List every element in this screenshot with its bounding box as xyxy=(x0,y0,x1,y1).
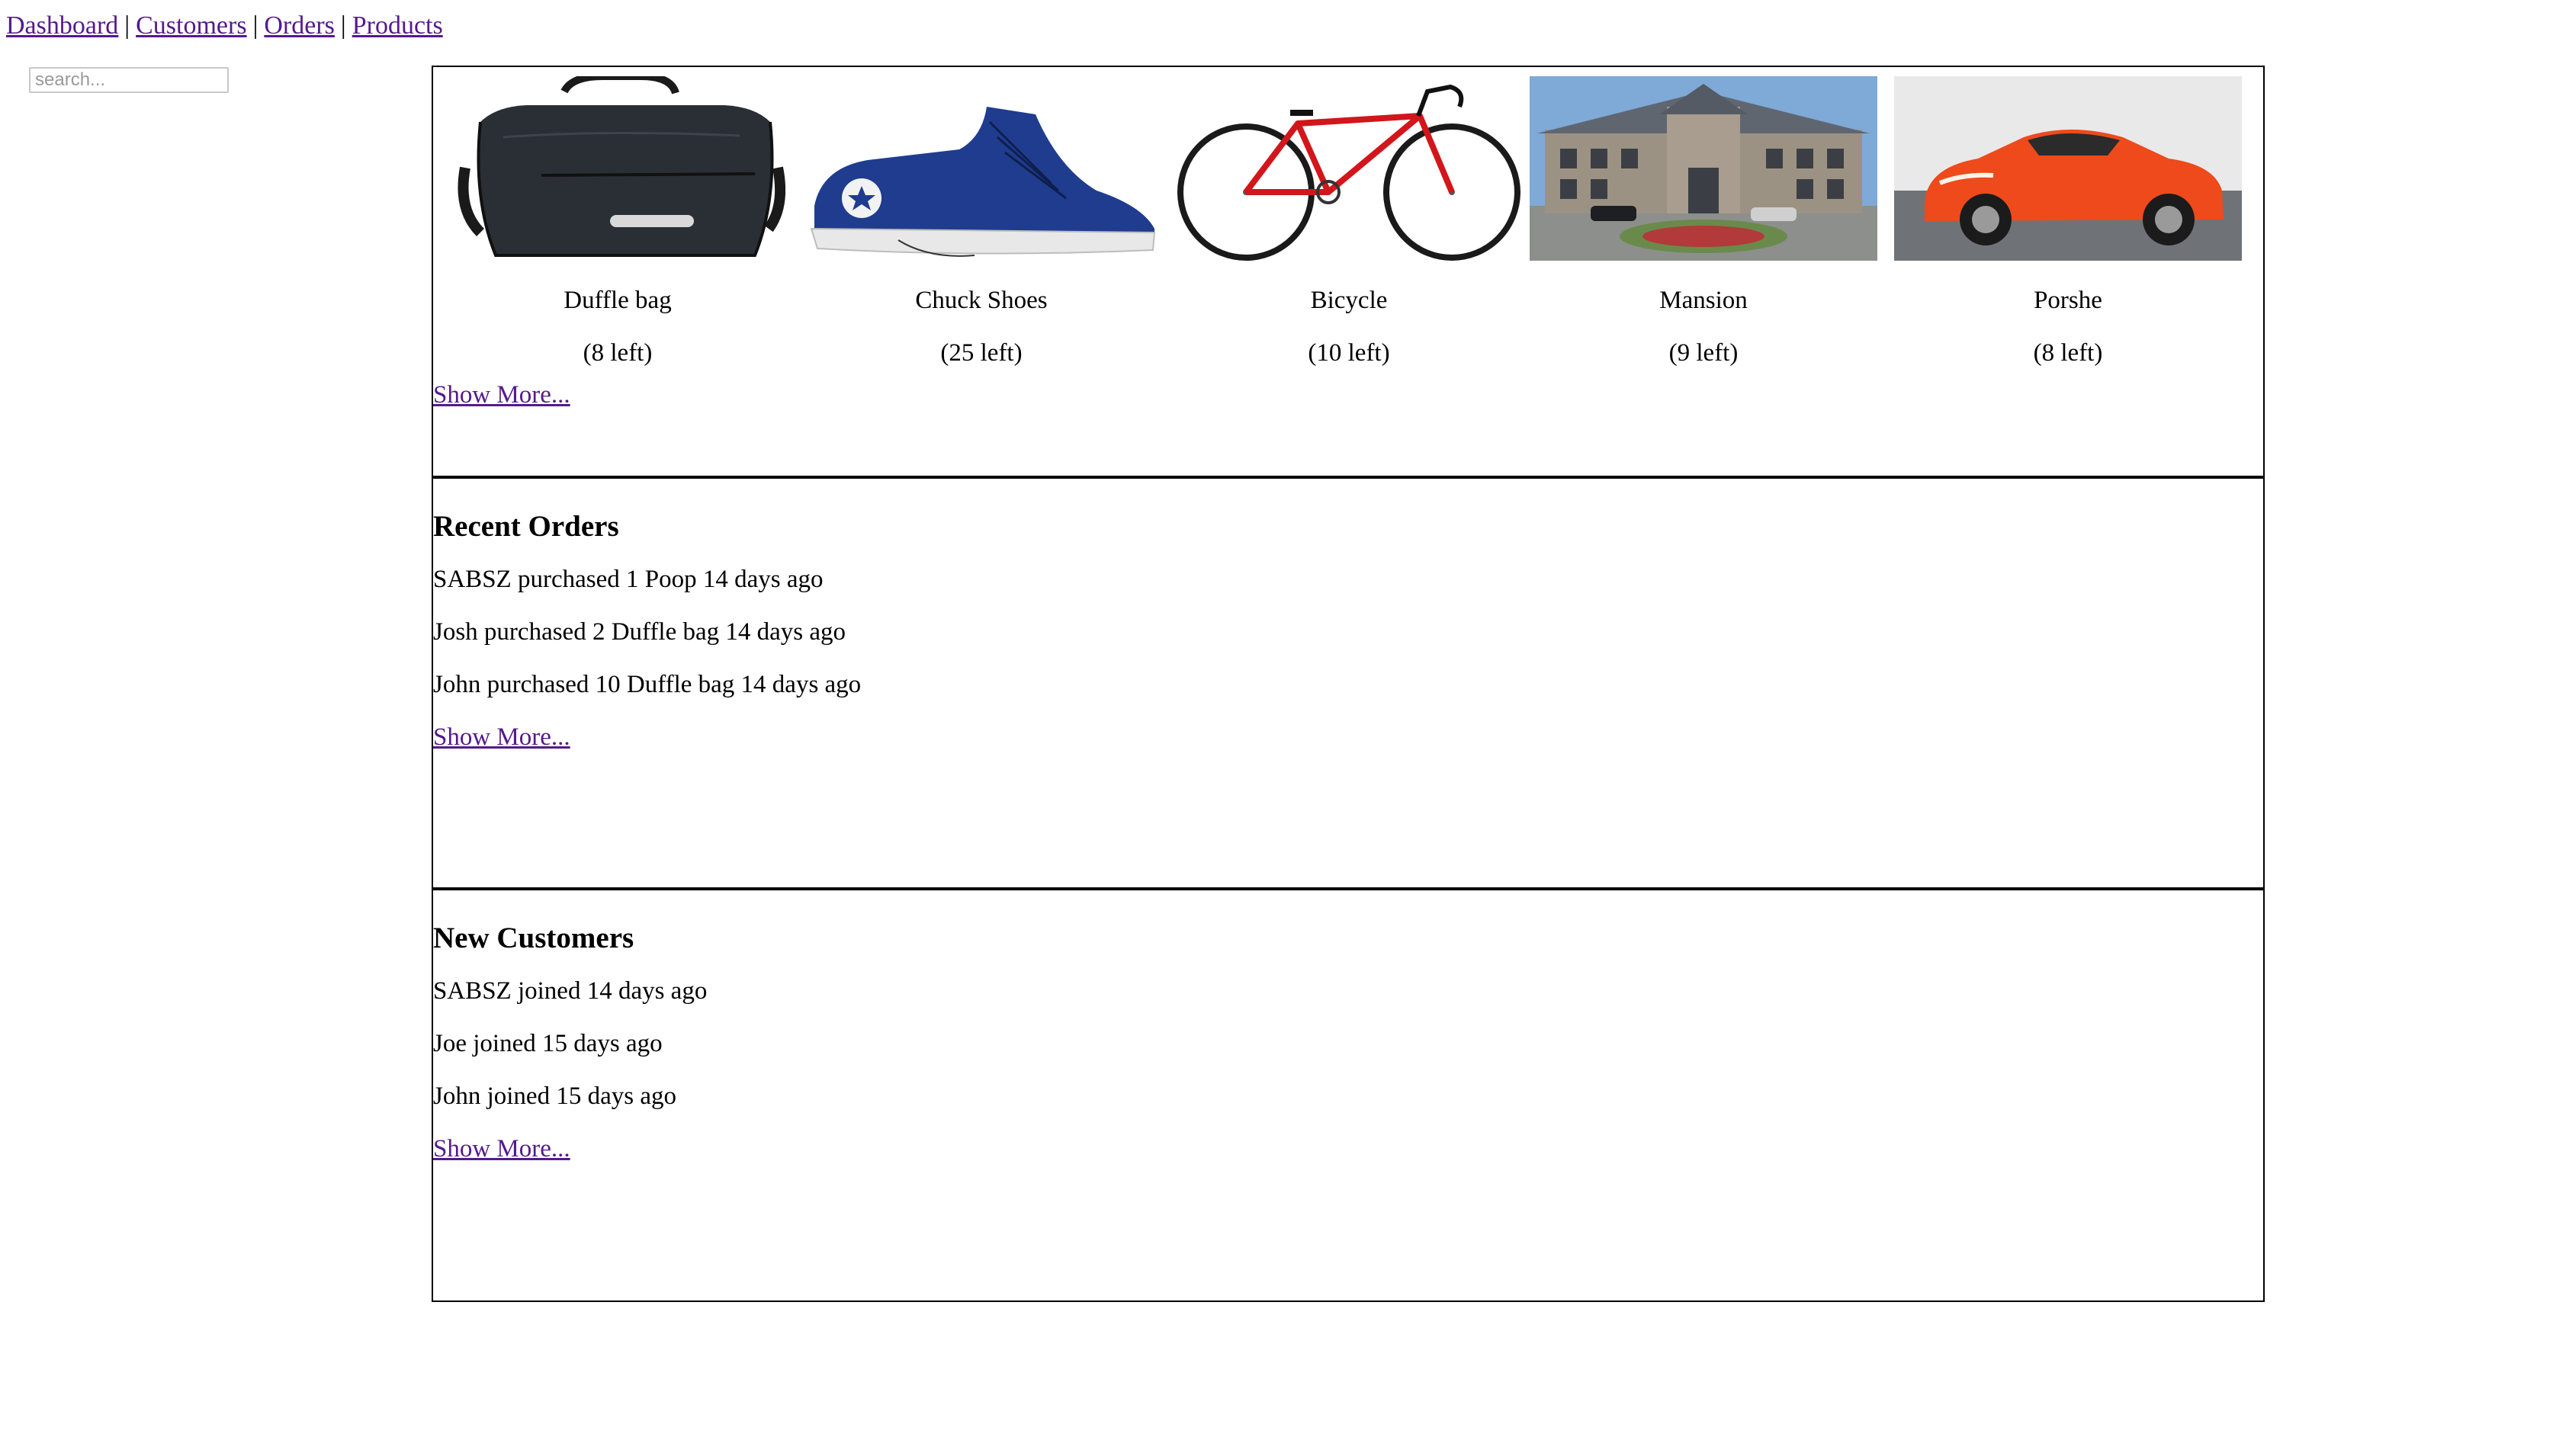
product-grid: Duffle bag (8 left) Chuck Shoes (25 left… xyxy=(433,76,2263,404)
mansion-image xyxy=(1530,76,1877,261)
nav-link-products[interactable]: Products xyxy=(352,11,443,40)
new-customers-panel: New Customers SABSZ joined 14 days ago J… xyxy=(432,890,2265,1302)
customer-item: SABSZ joined 14 days ago xyxy=(433,977,708,1005)
product-name: Porshe xyxy=(2034,287,2102,314)
product-stock: (25 left) xyxy=(940,339,1023,367)
recent-orders-title: Recent Orders xyxy=(433,510,619,543)
customer-item: John joined 15 days ago xyxy=(433,1082,676,1110)
new-customers-title: New Customers xyxy=(433,922,634,954)
nav-separator: | xyxy=(252,11,258,40)
nav-link-customers[interactable]: Customers xyxy=(136,11,246,40)
product-stock: (9 left) xyxy=(1668,339,1739,367)
nav-link-orders[interactable]: Orders xyxy=(264,11,335,40)
product-stock: (8 left) xyxy=(583,339,653,367)
order-item: SABSZ purchased 1 Poop 14 days ago xyxy=(433,566,824,593)
orders-show-more-link[interactable]: Show More... xyxy=(433,723,570,752)
recent-orders-panel: Recent Orders SABSZ purchased 1 Poop 14 … xyxy=(432,479,2265,890)
sports-car-image xyxy=(1894,76,2242,261)
products-show-more-link[interactable]: Show More... xyxy=(433,381,570,409)
product-name: Bicycle xyxy=(1310,287,1388,314)
order-item: Josh purchased 2 Duffle bag 14 days ago xyxy=(433,618,846,646)
nav-separator: | xyxy=(340,11,346,40)
product-stock: (8 left) xyxy=(2033,339,2103,367)
product-name: Duffle bag xyxy=(564,287,672,314)
customer-item: Joe joined 15 days ago xyxy=(433,1030,663,1057)
nav-separator: | xyxy=(124,11,130,40)
product-name: Mansion xyxy=(1659,287,1748,314)
customers-show-more-link[interactable]: Show More... xyxy=(433,1135,570,1163)
duffle-bag-image xyxy=(458,76,785,257)
products-panel: Duffle bag (8 left) Chuck Shoes (25 left… xyxy=(432,66,2265,479)
order-item: John purchased 10 Duffle bag 14 days ago xyxy=(433,671,862,698)
product-stock: (10 left) xyxy=(1308,339,1390,367)
search-input[interactable] xyxy=(29,67,229,93)
bicycle-image xyxy=(1177,84,1520,261)
sneaker-image xyxy=(810,107,1156,257)
nav-link-dashboard[interactable]: Dashboard xyxy=(6,11,118,40)
top-nav: Dashboard | Customers | Orders | Products xyxy=(6,9,443,43)
product-name: Chuck Shoes xyxy=(915,287,1048,314)
